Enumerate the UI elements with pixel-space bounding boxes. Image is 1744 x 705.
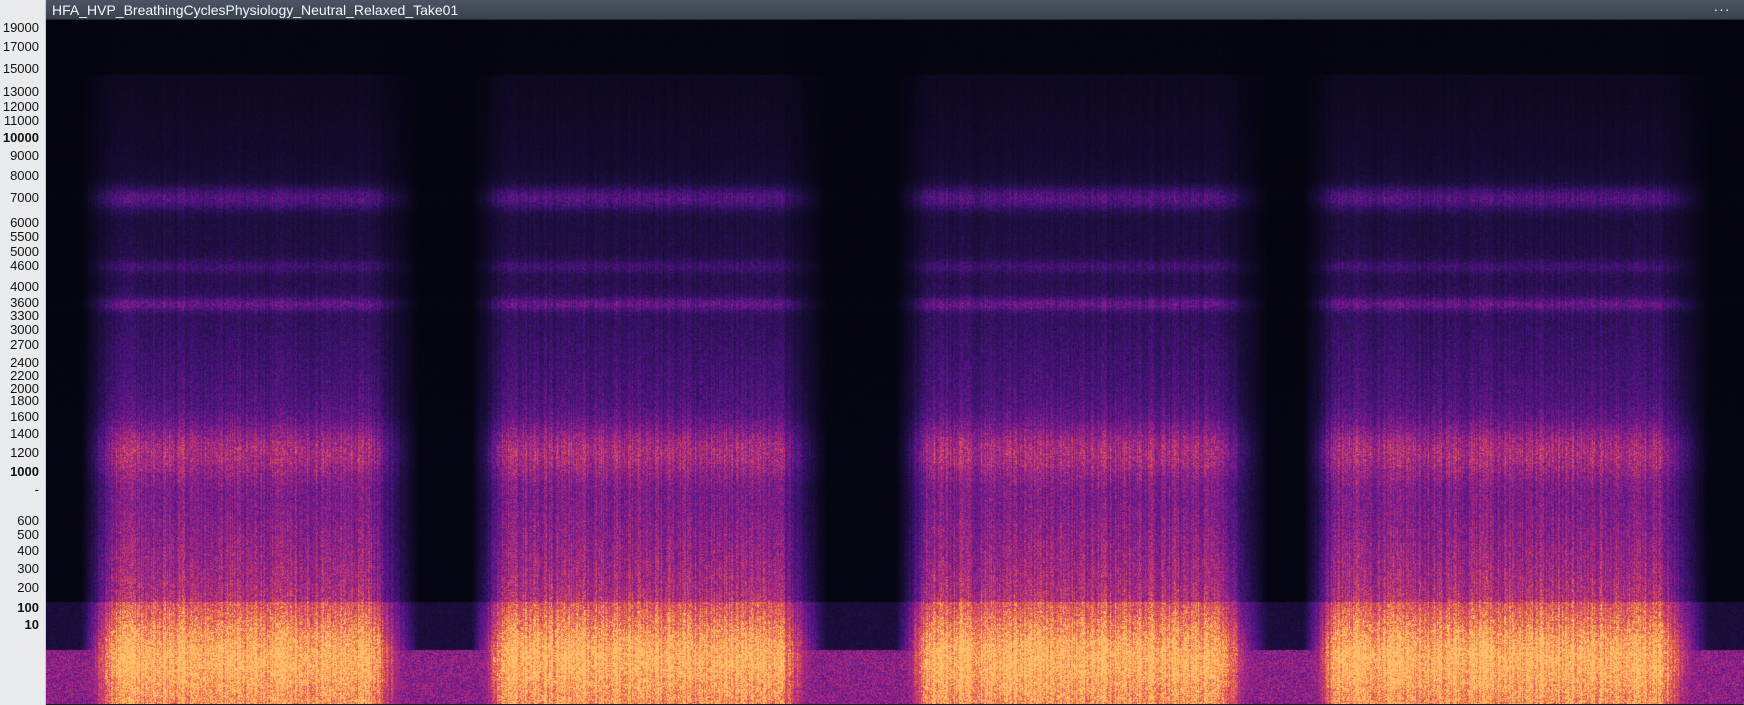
frequency-tick-label: 5500 bbox=[10, 229, 39, 244]
frequency-tick-label: 400 bbox=[17, 543, 39, 558]
frequency-tick-label: 10 bbox=[24, 617, 39, 632]
frequency-axis: 19000 17000 15000 13000 12000 11000 10000 9000 8… bbox=[0, 0, 46, 705]
frequency-tick-label: 12000 bbox=[2, 99, 39, 114]
frequency-tick-label: 6000 bbox=[10, 215, 39, 230]
frequency-tick-label: 17000 bbox=[2, 39, 39, 54]
frequency-tick-label: 1800 bbox=[10, 393, 39, 408]
frequency-tick-label: 1000 bbox=[10, 464, 39, 479]
frequency-tick-label: 19000 bbox=[2, 20, 39, 35]
frequency-tick-label: 200 bbox=[17, 580, 39, 595]
frequency-tick-label: 15000 bbox=[2, 61, 39, 76]
frequency-tick-label: 11000 bbox=[3, 113, 39, 128]
frequency-tick-label: 1600 bbox=[10, 409, 39, 424]
frequency-tick-label: 1200 bbox=[10, 445, 39, 460]
spectrogram-view[interactable] bbox=[46, 20, 1744, 704]
frequency-tick-label: 7000 bbox=[10, 190, 39, 205]
frequency-tick-label: 3300 bbox=[10, 308, 39, 323]
frequency-tick-label: 3000 bbox=[10, 322, 39, 337]
track-header: HFA_HVP_BreathingCyclesPhysiology_Neutra… bbox=[46, 0, 1744, 20]
frequency-tick-label: 500 bbox=[17, 527, 39, 542]
frequency-tick-label: 600 bbox=[17, 513, 39, 528]
frequency-tick-label: 1400 bbox=[10, 426, 39, 441]
spectrogram-panel: 19000 17000 15000 13000 12000 11000 10000 9000 8… bbox=[0, 0, 1744, 705]
frequency-tick-label: 4000 bbox=[10, 279, 39, 294]
frequency-tick-label: 4600 bbox=[10, 258, 39, 273]
frequency-tick-label: 5000 bbox=[10, 244, 39, 259]
frequency-tick-label: - bbox=[34, 482, 39, 497]
frequency-tick-label: 300 bbox=[17, 561, 39, 576]
more-dots-icon[interactable]: ··· bbox=[1710, 0, 1734, 19]
frequency-tick-label: 100 bbox=[17, 600, 39, 615]
frequency-tick-label: 8000 bbox=[10, 168, 39, 183]
track-title: HFA_HVP_BreathingCyclesPhysiology_Neutra… bbox=[52, 2, 459, 18]
frequency-tick-label: 13000 bbox=[2, 84, 39, 99]
frequency-tick-label: 10000 bbox=[2, 130, 39, 145]
frequency-tick-label: 9000 bbox=[10, 148, 39, 163]
frequency-tick-label: 2700 bbox=[10, 337, 39, 352]
app-window: 19000 17000 15000 13000 12000 11000 10000 9000 8… bbox=[0, 0, 1744, 705]
